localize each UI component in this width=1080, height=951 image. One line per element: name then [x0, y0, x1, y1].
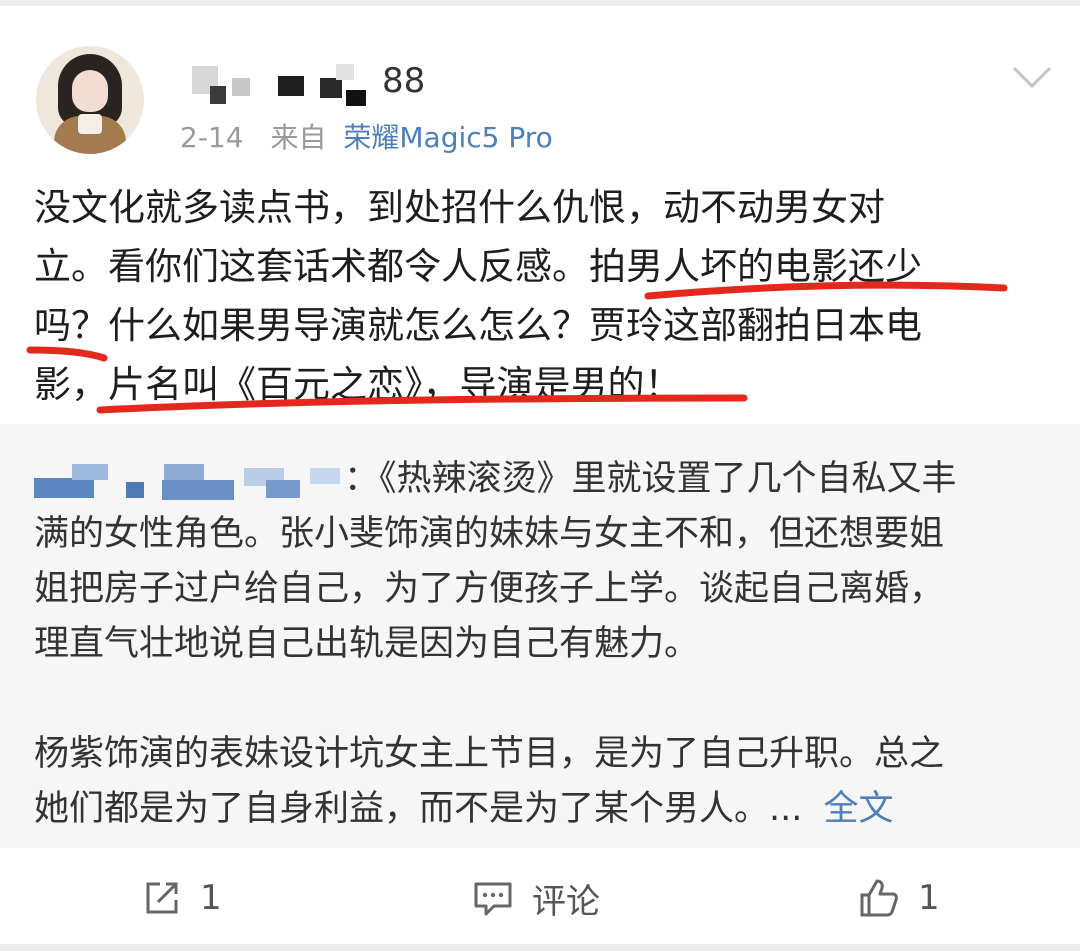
comment-label: 评论	[532, 881, 600, 922]
retweet-line: 她们都是为了自身利益，而不是为了某个男人。... 全文	[34, 782, 1054, 837]
repost-icon	[146, 882, 178, 914]
retweet-line: 理直气壮地说自己出轨是因为自己有魅力。	[34, 624, 700, 664]
retweet-line: ：《热辣滚烫》里就设置了几个自私又丰	[34, 452, 1054, 507]
retweet-line: 杨紫饰演的表妹设计坑女主上节目，是为了自己升职。总之	[34, 734, 945, 774]
retweet-line: 姐把房子过户给自己，为了方便孩子上学。谈起自己离婚，	[34, 569, 945, 609]
like-button[interactable]: 1	[858, 876, 940, 920]
comment-button[interactable]: 评论	[472, 876, 600, 922]
source-prefix: 来自	[270, 121, 327, 154]
bottom-divider	[0, 944, 1080, 951]
full-text-link[interactable]: 全文	[824, 789, 894, 829]
post-meta: 2-14 来自 荣耀Magic5 Pro	[180, 116, 553, 156]
post-line: 立。看你们这套话术都令人反感。拍男人坏的电影还少	[34, 245, 922, 288]
retweet-first-line: ：《热辣滚烫》里就设置了几个自私又丰	[344, 459, 957, 499]
device-link[interactable]: 荣耀Magic5 Pro	[343, 121, 552, 154]
post-date: 2-14	[180, 121, 244, 154]
retweet-card[interactable]: ：《热辣滚烫》里就设置了几个自私又丰 满的女性角色。张小斐饰演的妹妹与女主不和，…	[0, 424, 1080, 848]
like-icon	[860, 879, 898, 917]
retweet-last-line: 她们都是为了自身利益，而不是为了某个男人。...	[34, 789, 803, 829]
chevron-down-icon[interactable]	[1012, 64, 1052, 90]
post-text: 没文化就多读点书，到处招什么仇恨，动不动男女对 立。看你们这套话术都令人反感。拍…	[34, 178, 1054, 414]
retweet-text: ：《热辣滚烫》里就设置了几个自私又丰 满的女性角色。张小斐饰演的妹妹与女主不和，…	[34, 452, 1054, 837]
retweet-line: 满的女性角色。张小斐饰演的妹妹与女主不和，但还想要姐	[34, 514, 945, 554]
post-header: 88 2-14 来自 荣耀Magic5 Pro	[0, 6, 1080, 166]
repost-button[interactable]: 1	[142, 876, 222, 920]
avatar[interactable]	[36, 46, 144, 154]
username[interactable]: 88	[180, 56, 425, 106]
username-suffix: 88	[382, 61, 426, 101]
repost-count: 1	[200, 878, 222, 918]
comment-icon	[474, 882, 512, 916]
username-mosaic	[180, 56, 380, 106]
like-count: 1	[918, 878, 940, 918]
retweet-author-mosaic[interactable]	[34, 460, 344, 500]
post-line: 吗？什么如果男导演就怎么怎么？贾玲这部翻拍日本电	[34, 304, 922, 347]
action-bar: 1 评论 1	[0, 848, 1080, 948]
post-line: 影，片名叫《百元之恋》，导演是男的！	[34, 363, 682, 406]
post-line: 没文化就多读点书，到处招什么仇恨，动不动男女对	[34, 186, 885, 229]
